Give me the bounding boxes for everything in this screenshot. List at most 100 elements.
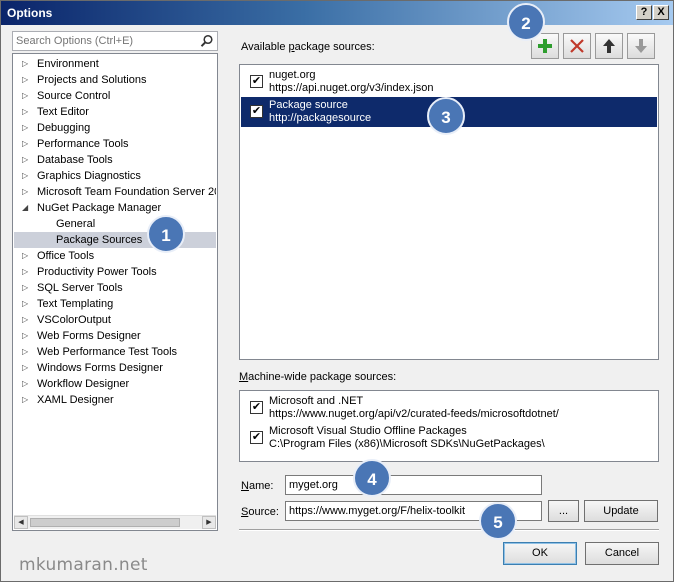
collapsed-arrow-icon[interactable]: ▷ bbox=[22, 88, 28, 104]
collapsed-arrow-icon[interactable]: ▷ bbox=[22, 344, 28, 360]
collapsed-arrow-icon[interactable]: ▷ bbox=[22, 184, 28, 200]
collapsed-arrow-icon[interactable]: ▷ bbox=[22, 264, 28, 280]
tree-item-text-editor[interactable]: ▷ Text Editor bbox=[14, 104, 216, 120]
options-tree[interactable]: ▷ Environment ▷ Projects and Solutions ▷ Sour… bbox=[12, 53, 218, 531]
source-checkbox[interactable]: ✔ bbox=[250, 401, 263, 414]
tree-horizontal-scrollbar[interactable]: ◀ ▶ bbox=[14, 515, 216, 529]
callout-badge-3: 3 bbox=[427, 97, 465, 135]
source-name: Package source bbox=[269, 99, 348, 111]
source-label: Source: bbox=[241, 506, 279, 518]
close-button[interactable]: X bbox=[653, 5, 669, 20]
move-up-button[interactable] bbox=[595, 33, 623, 59]
collapsed-arrow-icon[interactable]: ▷ bbox=[22, 360, 28, 376]
machine-source-row-dotnet[interactable]: ✔ Microsoft and .NET https://www.nuget.o… bbox=[241, 393, 657, 423]
tree-item-nuget-package-manager[interactable]: ◢ NuGet Package Manager bbox=[14, 200, 216, 216]
tree-item-projects-and-solutions[interactable]: ▷ Projects and Solutions bbox=[14, 72, 216, 88]
source-url: https://www.nuget.org/api/v2/curated-fee… bbox=[269, 408, 559, 420]
tree-item-label: Office Tools bbox=[37, 250, 95, 262]
tree-item-database-tools[interactable]: ▷ Database Tools bbox=[14, 152, 216, 168]
tree-item-label: NuGet Package Manager bbox=[37, 202, 162, 214]
tree-item-debugging[interactable]: ▷ Debugging bbox=[14, 120, 216, 136]
name-input[interactable] bbox=[285, 475, 542, 495]
collapsed-arrow-icon[interactable]: ▷ bbox=[22, 56, 28, 72]
collapsed-arrow-icon[interactable]: ▷ bbox=[22, 104, 28, 120]
tree-item-source-control[interactable]: ▷ Source Control bbox=[14, 88, 216, 104]
tree-item-label: Web Forms Designer bbox=[37, 330, 141, 342]
tree-item-label: Text Templating bbox=[37, 298, 114, 310]
tree-item-vscoloroutput[interactable]: ▷ VSColorOutput bbox=[14, 312, 216, 328]
collapsed-arrow-icon[interactable]: ▷ bbox=[22, 280, 28, 296]
tree-item-sql-server-tools[interactable]: ▷ SQL Server Tools bbox=[14, 280, 216, 296]
tree-item-environment[interactable]: ▷ Environment bbox=[14, 56, 216, 72]
magnifier-icon[interactable] bbox=[200, 34, 214, 48]
collapsed-arrow-icon[interactable]: ▷ bbox=[22, 248, 28, 264]
tree-item-label: Source Control bbox=[37, 90, 111, 102]
collapsed-arrow-icon[interactable]: ▷ bbox=[22, 312, 28, 328]
source-name: nuget.org bbox=[269, 69, 316, 81]
callout-badge-5: 5 bbox=[479, 502, 517, 540]
tree-item-microsoft-team-foundation-server-20[interactable]: ▷ Microsoft Team Foundation Server 20 bbox=[14, 184, 216, 200]
source-checkbox[interactable]: ✔ bbox=[250, 75, 263, 88]
machine-source-row-offline[interactable]: ✔ Microsoft Visual Studio Offline Packag… bbox=[241, 423, 657, 453]
source-url: C:\Program Files (x86)\Microsoft SDKs\Nu… bbox=[269, 438, 545, 450]
scroll-left-icon[interactable]: ◀ bbox=[14, 516, 28, 529]
source-checkbox[interactable]: ✔ bbox=[250, 105, 263, 118]
collapsed-arrow-icon[interactable]: ▷ bbox=[22, 120, 28, 136]
tree-item-graphics-diagnostics[interactable]: ▷ Graphics Diagnostics bbox=[14, 168, 216, 184]
tree-item-label: Microsoft Team Foundation Server 20 bbox=[37, 186, 216, 198]
tree-item-productivity-power-tools[interactable]: ▷ Productivity Power Tools bbox=[14, 264, 216, 280]
tree-item-workflow-designer[interactable]: ▷ Workflow Designer bbox=[14, 376, 216, 392]
name-label: Name: bbox=[241, 480, 274, 492]
collapsed-arrow-icon[interactable]: ▷ bbox=[22, 376, 28, 392]
update-button[interactable]: Update bbox=[584, 500, 658, 522]
tree-item-label: Windows Forms Designer bbox=[37, 362, 163, 374]
help-button[interactable]: ? bbox=[636, 5, 652, 20]
expanded-arrow-icon[interactable]: ◢ bbox=[22, 200, 28, 216]
tree-item-label: Package Sources bbox=[56, 234, 143, 246]
source-url: https://api.nuget.org/v3/index.json bbox=[269, 82, 434, 94]
tree-item-label: Text Editor bbox=[37, 106, 89, 118]
tree-item-label: Graphics Diagnostics bbox=[37, 170, 141, 182]
machine-sources-list[interactable]: ✔ Microsoft and .NET https://www.nuget.o… bbox=[239, 390, 659, 462]
tree-item-package-sources[interactable]: Package Sources bbox=[14, 232, 216, 248]
source-checkbox[interactable]: ✔ bbox=[250, 431, 263, 444]
collapsed-arrow-icon[interactable]: ▷ bbox=[22, 392, 28, 408]
ok-button[interactable]: OK bbox=[503, 542, 577, 565]
tree-item-text-templating[interactable]: ▷ Text Templating bbox=[14, 296, 216, 312]
tree-item-label: Web Performance Test Tools bbox=[37, 346, 178, 358]
search-box[interactable] bbox=[12, 31, 218, 51]
window-title: Options bbox=[7, 6, 53, 20]
collapsed-arrow-icon[interactable]: ▷ bbox=[22, 168, 28, 184]
tree-item-label: Performance Tools bbox=[37, 138, 129, 150]
tree-item-office-tools[interactable]: ▷ Office Tools bbox=[14, 248, 216, 264]
browse-button[interactable]: ... bbox=[548, 500, 579, 522]
cancel-button[interactable]: Cancel bbox=[585, 542, 659, 565]
callout-badge-2: 2 bbox=[507, 3, 545, 41]
collapsed-arrow-icon[interactable]: ▷ bbox=[22, 296, 28, 312]
collapsed-arrow-icon[interactable]: ▷ bbox=[22, 152, 28, 168]
scroll-thumb[interactable] bbox=[30, 518, 180, 527]
tree-item-general[interactable]: General bbox=[14, 216, 216, 232]
source-name: Microsoft and .NET bbox=[269, 395, 364, 407]
source-name: Microsoft Visual Studio Offline Packages bbox=[269, 425, 467, 437]
tree-item-xaml-designer[interactable]: ▷ XAML Designer bbox=[14, 392, 216, 408]
collapsed-arrow-icon[interactable]: ▷ bbox=[22, 136, 28, 152]
callout-badge-1: 1 bbox=[147, 215, 185, 253]
move-down-button[interactable] bbox=[627, 33, 655, 59]
source-row-nuget[interactable]: ✔ nuget.org https://api.nuget.org/v3/ind… bbox=[241, 67, 657, 97]
tree-item-windows-forms-designer[interactable]: ▷ Windows Forms Designer bbox=[14, 360, 216, 376]
remove-source-button[interactable] bbox=[563, 33, 591, 59]
tree-item-label: General bbox=[56, 218, 96, 230]
search-input[interactable] bbox=[16, 34, 196, 48]
collapsed-arrow-icon[interactable]: ▷ bbox=[22, 72, 28, 88]
collapsed-arrow-icon[interactable]: ▷ bbox=[22, 328, 28, 344]
scroll-right-icon[interactable]: ▶ bbox=[202, 516, 216, 529]
tree-item-label: Projects and Solutions bbox=[37, 74, 147, 86]
tree-item-web-performance-test-tools[interactable]: ▷ Web Performance Test Tools bbox=[14, 344, 216, 360]
options-dialog: Options ? X ▷ Environment ▷ Projects and So… bbox=[0, 0, 674, 582]
tree-item-performance-tools[interactable]: ▷ Performance Tools bbox=[14, 136, 216, 152]
tree-item-web-forms-designer[interactable]: ▷ Web Forms Designer bbox=[14, 328, 216, 344]
delete-x-icon bbox=[570, 39, 584, 53]
title-bar[interactable]: Options ? X bbox=[1, 1, 673, 25]
tree-item-label: Database Tools bbox=[37, 154, 113, 166]
